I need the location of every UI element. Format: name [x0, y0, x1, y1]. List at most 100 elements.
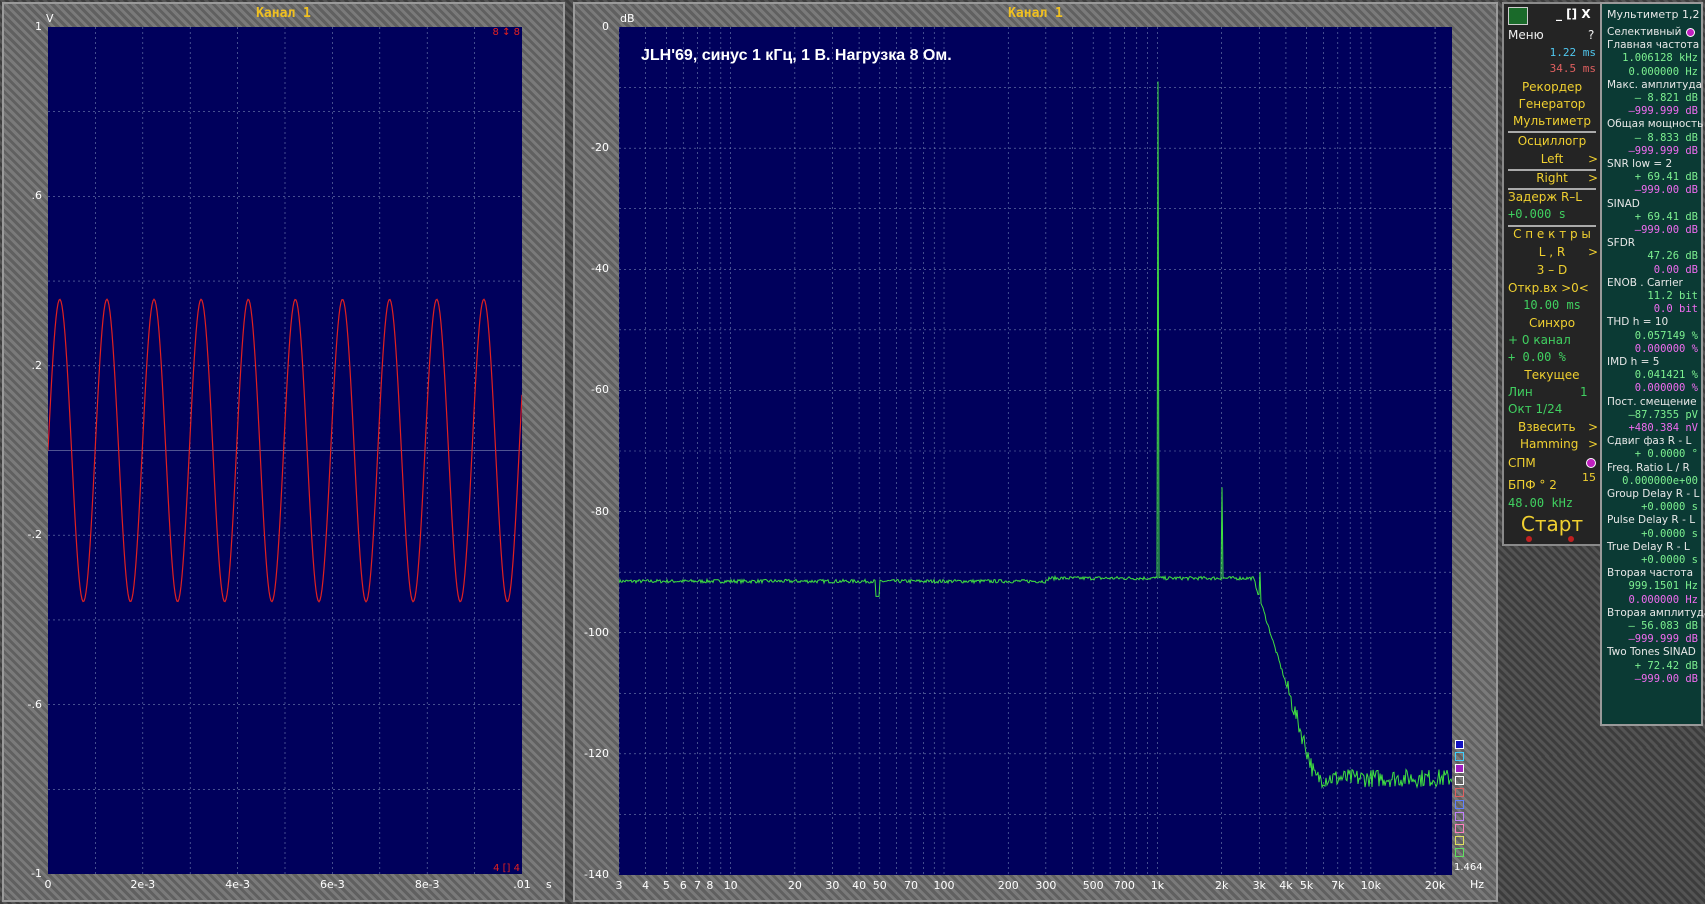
spec-y-tick: -40 — [591, 262, 609, 276]
color-box-pink[interactable] — [1455, 824, 1464, 833]
oscillograph-button[interactable]: Осциллогр — [1508, 134, 1596, 148]
spectrum-title: Канал 1 — [1008, 6, 1063, 21]
menu-button[interactable]: Меню — [1508, 28, 1596, 42]
lr-arrow-button[interactable]: > — [1588, 245, 1598, 259]
meter-value: +480.384 nV — [1628, 422, 1698, 434]
osc-marker-top[interactable]: 8 ↕ 8 — [493, 27, 520, 38]
meter-value: 11.2 bit — [1647, 290, 1698, 302]
generator-button[interactable]: Генератор — [1508, 97, 1596, 111]
meter-value: 1.006128 kHz — [1622, 52, 1698, 65]
osc-y-tick: -.6 — [27, 697, 42, 711]
oscilloscope-plot[interactable]: 8 ↕ 8 4 [] 4 — [48, 27, 522, 874]
selective-indicator-icon[interactable] — [1686, 28, 1695, 37]
right-channel-button[interactable]: Right — [1508, 171, 1596, 185]
meter-label: Вторая амплитуда — [1607, 606, 1705, 619]
window-buttons[interactable]: _ [] X — [1556, 7, 1596, 21]
right-arrow-button[interactable]: > — [1588, 171, 1598, 185]
meter-value: –999.00 dB — [1634, 672, 1698, 685]
meter-value: 0.00 dB — [1653, 263, 1698, 276]
window-arrow-button[interactable]: > — [1588, 437, 1598, 451]
meter-label[interactable]: Селективный — [1607, 26, 1698, 38]
meter-value: –87.7355 pV — [1628, 408, 1698, 421]
spec-x-unit: Hz — [1470, 878, 1485, 891]
meter-value: – 8.821 dB — [1634, 92, 1698, 104]
sync-button[interactable]: Синхро — [1508, 316, 1596, 330]
spec-x-tick: 200 — [997, 879, 1019, 892]
spec-x-tick: 6 — [679, 879, 687, 892]
meter-value: + 69.41 dB — [1634, 210, 1698, 223]
sample-rate[interactable]: 48.00 kHz — [1508, 496, 1596, 510]
meter-value: 0.057149 % — [1634, 329, 1698, 342]
lr-button[interactable]: L , R — [1508, 245, 1596, 259]
meter-value: –999.00 dB — [1634, 184, 1698, 197]
spec-x-tick: 1k — [1150, 879, 1165, 892]
fft-exponent: 15 — [1582, 471, 1596, 484]
sync-channel[interactable]: + 0 канал — [1508, 333, 1596, 347]
meter-label: Pulse Delay R - L — [1607, 514, 1696, 527]
meter-value: – 8.833 dB — [1634, 131, 1698, 144]
osc-x-tick: .01 — [513, 878, 531, 891]
spm-indicator-icon — [1586, 458, 1596, 468]
color-box-green[interactable] — [1455, 848, 1464, 857]
spectra-button[interactable]: С п е к т р ы — [1508, 227, 1596, 241]
sync-percent[interactable]: + 0.00 % — [1508, 350, 1596, 364]
color-box-magenta[interactable] — [1455, 764, 1464, 773]
divider — [1508, 131, 1596, 133]
spectrum-plot[interactable]: JLH'69, синус 1 кГц, 1 В. Нагрузка 8 Ом. — [619, 27, 1452, 875]
meter-value: –999.999 dB — [1628, 105, 1698, 118]
spec-y-tick: 0 — [602, 20, 609, 33]
meter-value: –999.00 dB — [1634, 224, 1698, 236]
color-box-yellow[interactable] — [1455, 836, 1464, 845]
meter-value: –999.999 dB — [1628, 633, 1698, 646]
color-box-cyan[interactable] — [1455, 752, 1464, 761]
recorder-button[interactable]: Рекордер — [1508, 80, 1596, 94]
meter-value: – 56.083 dB — [1628, 620, 1698, 632]
weigh-button[interactable]: Взвесить — [1518, 420, 1596, 434]
meter-label: ENOB . Carrier — [1607, 276, 1683, 289]
meter-label: IMD h = 5 — [1607, 356, 1660, 368]
spec-x-tick: 50 — [872, 879, 887, 892]
start-button[interactable]: Старт — [1508, 512, 1596, 536]
meter-value: +0.0000 s — [1641, 554, 1698, 566]
osc-y-tick: .6 — [31, 189, 43, 203]
osc-y-tick: 1 — [35, 20, 42, 33]
meter-value: 0.000000e+00 — [1622, 474, 1698, 487]
meter-value: + 0.0000 ° — [1634, 448, 1698, 461]
left-channel-button[interactable]: Left — [1508, 152, 1596, 166]
current-button[interactable]: Текущее — [1508, 368, 1596, 382]
spec-y-tick: -100 — [584, 625, 609, 639]
spec-x-tick: 30 — [825, 879, 840, 892]
weigh-arrow-button[interactable]: > — [1588, 420, 1598, 434]
window-function-button[interactable]: Hamming — [1520, 437, 1596, 451]
help-button[interactable]: ? — [1588, 28, 1596, 42]
status-led-icon — [1568, 536, 1574, 542]
spm-button[interactable]: СПМ — [1508, 456, 1596, 470]
open-input-button[interactable]: Откр.вх >0< — [1508, 281, 1596, 295]
trace-color-selector[interactable] — [1455, 740, 1467, 860]
osc-x-tick: 4e-3 — [225, 878, 250, 891]
color-box-violet[interactable] — [1455, 812, 1464, 821]
open-input-value[interactable]: 10.00 ms — [1508, 298, 1596, 312]
left-arrow-button[interactable]: > — [1588, 152, 1598, 166]
lin-value[interactable]: 1 — [1580, 385, 1596, 399]
multimeter-button[interactable]: Мультиметр — [1508, 114, 1596, 128]
meter-label: Главная частота — [1607, 39, 1700, 52]
spec-x-tick: 20k — [1424, 879, 1446, 892]
color-box-blue[interactable] — [1455, 740, 1464, 749]
meter-label: SFDR — [1607, 237, 1636, 250]
color-box-red[interactable] — [1455, 788, 1464, 797]
three-d-button[interactable]: 3 – D — [1508, 263, 1596, 277]
osc-y-tick: -.2 — [27, 528, 42, 542]
delay-value[interactable]: +0.000 s — [1508, 207, 1596, 221]
spec-y-tick: -80 — [591, 504, 609, 518]
osc-marker-bottom[interactable]: 4 [] 4 — [493, 863, 520, 874]
spec-y-tick: -20 — [591, 141, 609, 155]
spec-y-tick: -140 — [584, 868, 609, 881]
meter-value: 0.041421 % — [1634, 369, 1698, 382]
osc-x-tick: 6e-3 — [320, 878, 345, 891]
color-box-white[interactable] — [1455, 776, 1464, 785]
color-box-blue2[interactable] — [1455, 800, 1464, 809]
spec-x-tick: 700 — [1113, 879, 1135, 892]
spec-corner-value: 1.464 — [1454, 862, 1483, 873]
octave-button[interactable]: Окт 1/24 — [1508, 402, 1596, 416]
